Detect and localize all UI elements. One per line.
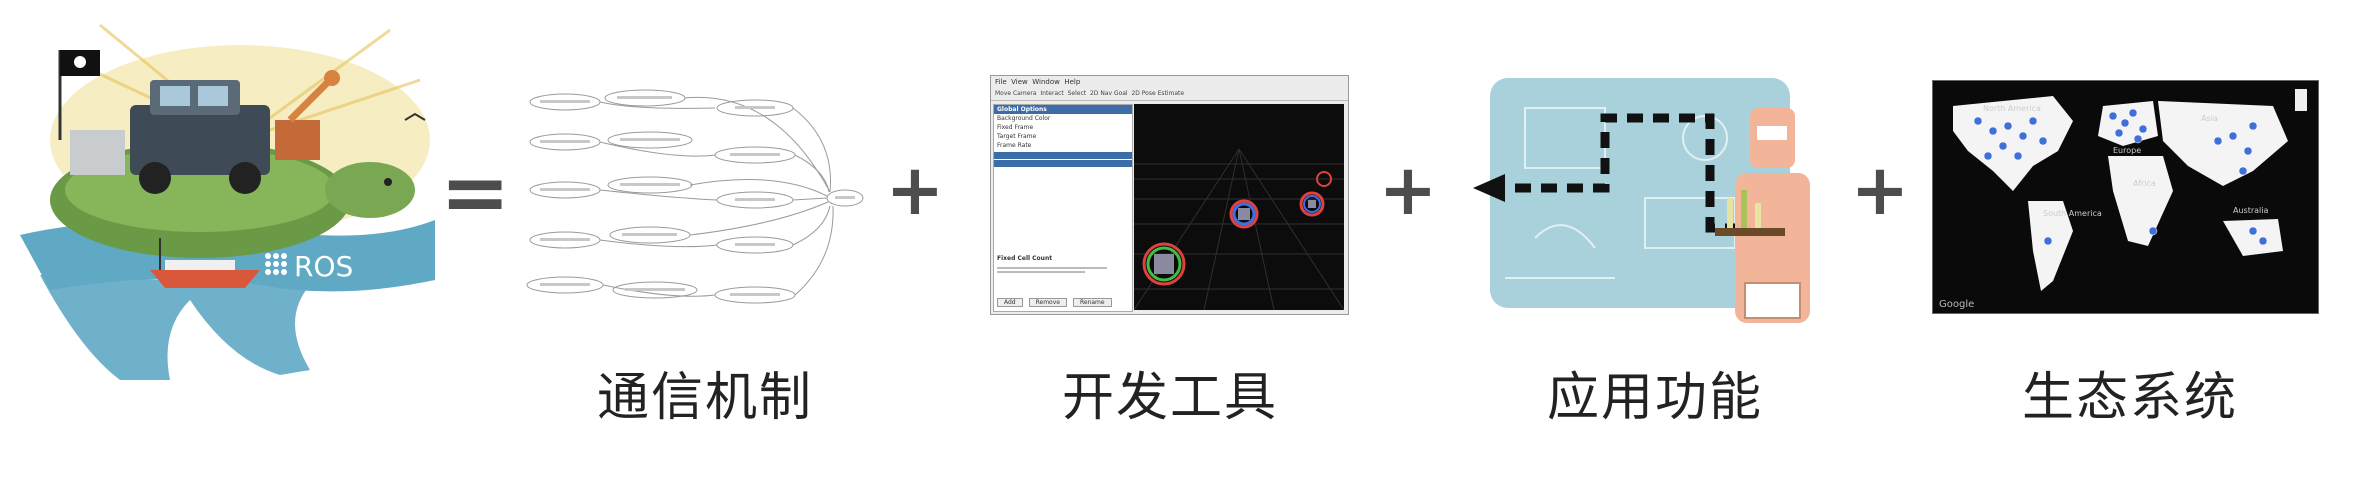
properties-header: Global Options <box>994 105 1132 114</box>
ros-turtle-drawing: ROS <box>20 23 435 380</box>
map-brand: Google <box>1939 299 1974 310</box>
viewport-scene <box>1134 148 1344 310</box>
property-row[interactable]: Fixed Frame <box>994 123 1132 132</box>
label-africa: Africa <box>2133 179 2156 188</box>
label-north-america: North America <box>1983 104 2041 113</box>
plus-operator-2: + <box>1378 149 1438 231</box>
australia-shape <box>2223 219 2283 256</box>
tools-toolbar: Move Camera Interact Select 2D Nav Goal … <box>991 88 1348 101</box>
ecosystem-world-map: North America South America Europe Afric… <box>1932 80 2319 314</box>
property-row[interactable]: Target Frame <box>994 132 1132 141</box>
menu-help[interactable]: Help <box>1064 78 1080 86</box>
ros-turtle-illustration: ROS <box>10 20 440 380</box>
rename-button[interactable]: Rename <box>1072 298 1112 307</box>
label-south-america: South America <box>2043 209 2102 218</box>
marker-cluster-3 <box>1299 191 1325 217</box>
caption-communication: 通信机制 <box>596 368 813 428</box>
tool-move-camera[interactable]: Move Camera <box>995 90 1037 97</box>
label-australia: Australia <box>2233 206 2268 215</box>
menu-file[interactable]: File <box>995 78 1007 86</box>
plus-operator-3: + <box>1850 149 1910 231</box>
equals-operator: = <box>440 143 511 241</box>
robot-waiter-drawing <box>1473 78 1810 323</box>
zoom-control[interactable] <box>2295 89 2307 111</box>
asia-shape <box>2158 101 2288 186</box>
plus-operator-1: + <box>885 149 945 231</box>
label-europe: Europe <box>2113 146 2141 155</box>
remove-button[interactable]: Remove <box>1028 298 1067 307</box>
add-button[interactable]: Add <box>997 298 1023 307</box>
status-title: Fixed Cell Count <box>997 255 1053 262</box>
node-topic-graph <box>526 89 864 304</box>
properties-pane: Global Options Background Color Fixed Fr… <box>993 104 1133 312</box>
caption-ecosystem: 生态系统 <box>2021 368 2238 428</box>
selected-row[interactable] <box>994 160 1132 167</box>
marker-cluster-2 <box>1229 199 1259 229</box>
marker-cluster-1 <box>1142 242 1186 286</box>
3d-viewport[interactable] <box>1134 104 1344 310</box>
capabilities-illustration <box>1465 78 1845 328</box>
tool-select[interactable]: Select <box>1068 90 1087 97</box>
tools-window: File View Window Help Move Camera Intera… <box>990 75 1349 315</box>
selected-row[interactable] <box>994 152 1132 159</box>
menu-window[interactable]: Window <box>1032 78 1060 86</box>
tool-interact[interactable]: Interact <box>1040 90 1063 97</box>
tools-menubar: File View Window Help <box>991 76 1348 88</box>
left-arrow-icon <box>1473 174 1505 202</box>
menu-view[interactable]: View <box>1011 78 1028 86</box>
ros-logo-text: ROS <box>294 250 353 283</box>
label-asia: Asia <box>2201 114 2218 123</box>
caption-capabilities: 应用功能 <box>1546 368 1763 428</box>
world-map-drawing: North America South America Europe Afric… <box>1939 89 2307 310</box>
tool-pose-estimate[interactable]: 2D Pose Estimate <box>1131 90 1184 97</box>
tool-nav-goal[interactable]: 2D Nav Goal <box>1090 90 1128 97</box>
africa-shape <box>2108 156 2173 246</box>
status-text-lines <box>997 265 1107 275</box>
property-row[interactable]: Background Color <box>994 114 1132 123</box>
property-row[interactable]: Frame Rate <box>994 141 1132 150</box>
caption-tools: 开发工具 <box>1061 368 1278 428</box>
communication-graph <box>525 80 880 320</box>
